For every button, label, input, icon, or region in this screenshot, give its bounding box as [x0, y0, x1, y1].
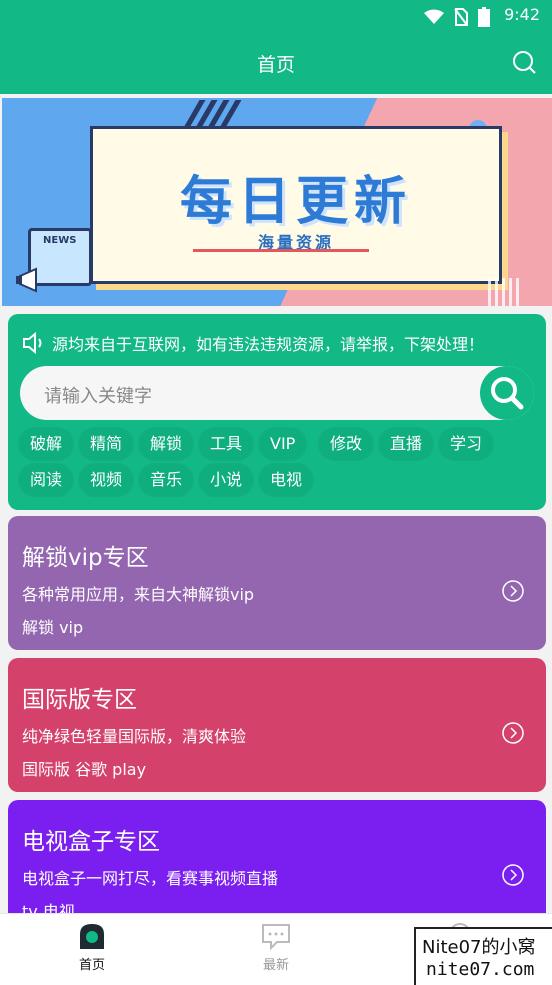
status-bar: 9:42 [0, 0, 552, 30]
chevron-right-icon[interactable] [502, 864, 524, 886]
watermark: Nite07的小窝 nite07.com [414, 927, 552, 985]
section-desc: 电视盒子一网打尽，看赛事视频直播 [22, 869, 279, 888]
watermark-line2: nite07.com [426, 959, 535, 980]
banner-board: 每日更新 海量资源 [90, 126, 502, 284]
tag-item[interactable]: 工具 [200, 429, 253, 459]
tag-item[interactable]: 破解 [20, 429, 73, 459]
speaker-icon [23, 332, 42, 354]
page-title: 首页 [256, 54, 295, 76]
banner-underline [193, 249, 369, 252]
section-title: 电视盒子专区 [22, 829, 160, 855]
wifi-icon [424, 9, 444, 24]
section-desc: 纯净绿色轻量国际版，清爽体验 [22, 727, 247, 746]
home-icon [80, 924, 104, 949]
section-card-vip[interactable]: 解锁vip专区 各种常用应用，来自大神解锁vip 解锁 vip [8, 516, 546, 650]
status-icons [424, 7, 490, 27]
section-title: 国际版专区 [22, 687, 137, 713]
promo-banner[interactable]: 每日更新 海量资源 NEWS [2, 98, 552, 306]
tag-item[interactable]: 音乐 [140, 465, 193, 495]
search-card: 源均来自于互联网，如有违法违规资源，请举报，下架处理！ 请输入关键字 破解 精简… [8, 314, 546, 510]
search-input[interactable]: 请输入关键字 [44, 382, 152, 408]
tag-item[interactable]: 修改 [320, 429, 373, 459]
nav-label-latest: 最新 [262, 958, 289, 973]
tag-item[interactable]: 学习 [440, 429, 493, 459]
notice-bar: 源均来自于互联网，如有违法违规资源，请举报，下架处理！ [22, 331, 532, 355]
section-keywords: 解锁 vip [22, 618, 84, 637]
megaphone-icon [16, 267, 37, 293]
tag-item[interactable]: 视频 [80, 465, 133, 495]
search-bar[interactable]: 请输入关键字 [20, 366, 534, 420]
tag-item[interactable]: 解锁 [140, 429, 193, 459]
section-title: 解锁vip专区 [22, 545, 149, 571]
no-sim-icon [454, 8, 468, 26]
message-icon [262, 924, 290, 950]
tag-item[interactable]: 阅读 [20, 465, 73, 495]
chevron-right-icon[interactable] [502, 722, 524, 744]
banner-stripes [184, 100, 259, 126]
chevron-right-icon[interactable] [502, 580, 524, 602]
battery-icon [478, 7, 490, 27]
search-icon[interactable] [512, 50, 536, 74]
section-desc: 各种常用应用，来自大神解锁vip [22, 585, 255, 604]
news-badge-label: NEWS [43, 235, 77, 246]
section-keywords: 国际版 谷歌 play [22, 760, 147, 779]
section-card-international[interactable]: 国际版专区 纯净绿色轻量国际版，清爽体验 国际版 谷歌 play [8, 658, 546, 792]
tag-item[interactable]: 小说 [200, 465, 253, 495]
banner-vstripes [488, 278, 519, 306]
tag-item[interactable]: 电视 [260, 465, 313, 495]
tag-item[interactable]: 直播 [380, 429, 433, 459]
notice-text: 源均来自于互联网，如有违法违规资源，请举报，下架处理！ [52, 335, 485, 354]
watermark-line1: Nite07的小窝 [422, 937, 536, 958]
tag-item[interactable]: VIP [260, 429, 306, 459]
app-bar: 首页 [0, 30, 552, 94]
banner-title: 每日更新 [179, 172, 412, 232]
nav-item-latest[interactable]: 最新 [236, 922, 316, 973]
magnifier-icon [491, 377, 524, 410]
status-time: 9:42 [504, 5, 540, 24]
nav-label-home: 首页 [78, 958, 105, 973]
tag-item[interactable]: 精简 [80, 429, 133, 459]
search-button[interactable] [480, 366, 534, 420]
nav-item-home[interactable]: 首页 [52, 922, 132, 973]
